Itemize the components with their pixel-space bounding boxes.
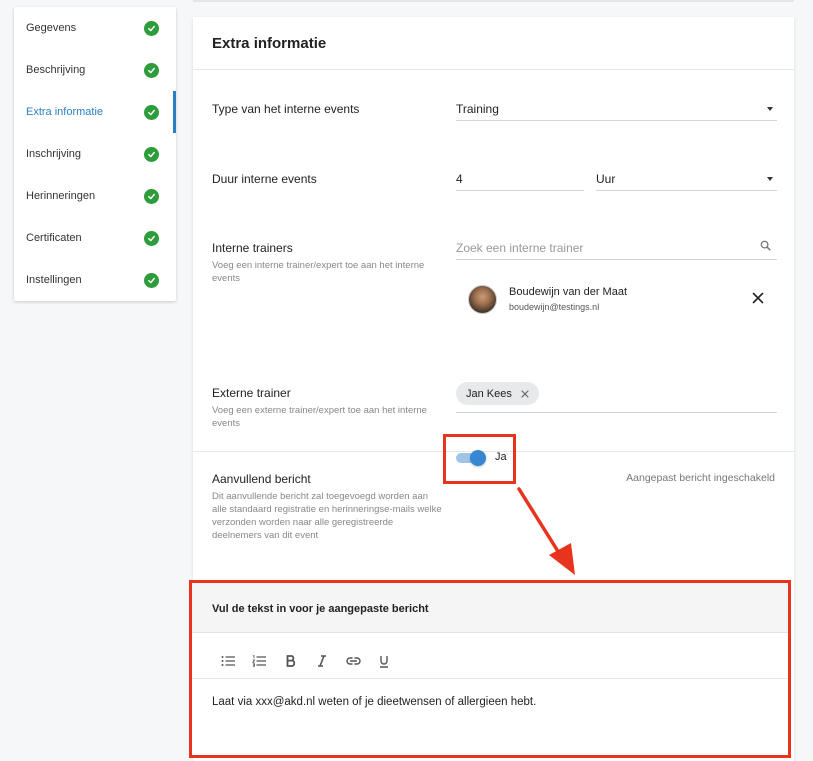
duration-amount-value: 4 <box>456 172 463 186</box>
external-trainer-label: Externe trainer <box>212 386 291 400</box>
check-circle-icon <box>144 273 159 288</box>
event-type-select[interactable]: Training <box>456 102 777 121</box>
custom-message-status: Aangepast bericht ingeschakeld <box>626 472 775 484</box>
sidebar-item-label: Gegevens <box>26 22 77 34</box>
sidebar-item-instellingen[interactable]: Instellingen <box>14 259 176 301</box>
link-icon[interactable] <box>343 653 363 669</box>
event-type-value: Training <box>456 102 499 116</box>
check-circle-icon <box>144 63 159 78</box>
annotation-arrow-icon <box>517 487 575 575</box>
chip-remove-close-icon[interactable] <box>521 389 529 398</box>
duration-amount-input[interactable]: 4 <box>456 172 584 191</box>
italic-icon[interactable] <box>312 653 332 669</box>
trainer-name: Boudewijn van der Maat <box>509 286 628 298</box>
sidebar-item-beschrijving[interactable]: Beschrijving <box>14 49 176 91</box>
sidebar-item-label: Certificaten <box>26 232 82 244</box>
sidebar-item-label: Herinneringen <box>26 190 96 202</box>
sidebar-item-certificaten[interactable]: Certificaten <box>14 217 176 259</box>
check-circle-icon <box>144 105 159 120</box>
sidebar-item-inschrijving[interactable]: Inschrijving <box>14 133 176 175</box>
remove-trainer-close-icon[interactable] <box>752 291 764 309</box>
check-circle-icon <box>144 147 159 162</box>
external-trainer-chip: Jan Kees <box>456 382 539 405</box>
custom-message-editor: Vul de tekst in voor je aangepaste beric… <box>189 580 791 758</box>
caret-down-icon <box>767 177 773 181</box>
step-sidebar: Gegevens Beschrijving Extra informatie I… <box>14 7 176 301</box>
additional-message-toggle[interactable]: Ja <box>443 434 516 484</box>
sidebar-item-extra-informatie[interactable]: Extra informatie <box>14 91 176 133</box>
page-title: Extra informatie <box>212 35 327 52</box>
internal-trainer-item: Boudewijn van der Maat boudewijn@testing… <box>468 285 778 317</box>
external-trainer-input[interactable]: Jan Kees <box>456 382 777 413</box>
divider <box>193 69 794 70</box>
bulleted-list-icon[interactable] <box>218 653 238 669</box>
chip-label: Jan Kees <box>466 387 512 400</box>
custom-message-title: Vul de tekst in voor je aangepaste beric… <box>212 603 429 615</box>
duration-unit-value: Uur <box>596 172 616 186</box>
avatar <box>468 285 497 314</box>
previous-card-edge <box>193 0 794 2</box>
check-circle-icon <box>144 189 159 204</box>
external-trainer-description: Voeg een externe trainer/expert toe aan … <box>212 405 427 429</box>
additional-message-description: Dit aanvullende bericht zal toegevoegd w… <box>212 491 442 541</box>
duration-unit-select[interactable]: Uur <box>596 172 777 191</box>
numbered-list-icon[interactable] <box>249 653 269 669</box>
underline-icon[interactable] <box>374 653 394 669</box>
sidebar-item-label: Instellingen <box>26 274 82 286</box>
toggle-label: Ja <box>495 451 507 463</box>
internal-trainers-label: Interne trainers <box>212 241 293 255</box>
trainer-search-placeholder: Zoek een interne trainer <box>456 241 584 255</box>
trainer-search-input[interactable]: Zoek een interne trainer <box>456 240 777 260</box>
internal-trainers-description: Voeg een interne trainer/expert toe aan … <box>212 260 425 284</box>
duration-label: Duur interne events <box>212 172 317 186</box>
custom-message-text[interactable]: Laat via xxx@akd.nl weten of je dieetwen… <box>212 696 536 708</box>
trainer-email: boudewijn@testings.nl <box>509 302 600 312</box>
search-icon <box>760 240 771 254</box>
sidebar-item-label: Beschrijving <box>26 64 86 76</box>
check-circle-icon <box>144 21 159 36</box>
sidebar-item-label: Inschrijving <box>26 148 82 160</box>
sidebar-item-herinneringen[interactable]: Herinneringen <box>14 175 176 217</box>
event-type-label: Type van het interne events <box>212 102 360 116</box>
additional-message-label: Aanvullend bericht <box>212 472 311 486</box>
editor-toolbar <box>192 653 788 679</box>
toggle-knob <box>470 450 486 466</box>
custom-message-header: Vul de tekst in voor je aangepaste beric… <box>192 583 788 633</box>
check-circle-icon <box>144 231 159 246</box>
sidebar-item-label: Extra informatie <box>26 106 104 118</box>
bold-icon[interactable] <box>281 653 301 669</box>
sidebar-item-gegevens[interactable]: Gegevens <box>14 7 176 49</box>
caret-down-icon <box>767 107 773 111</box>
